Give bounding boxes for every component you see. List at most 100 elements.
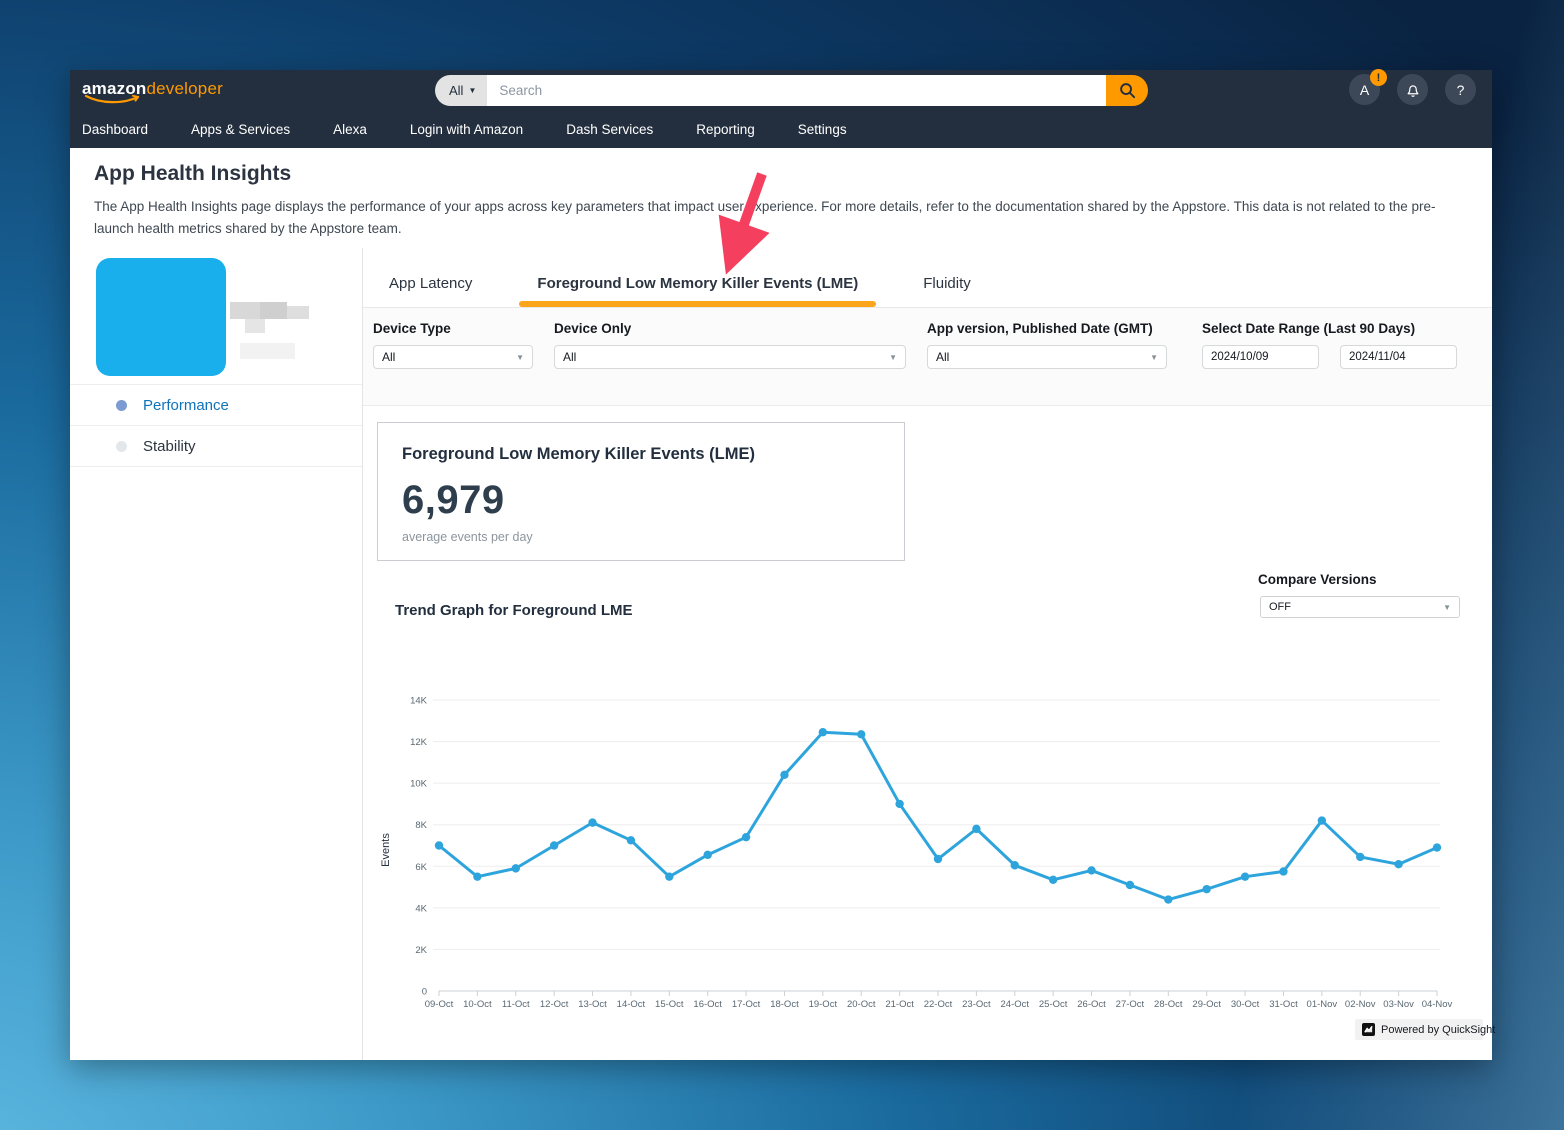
svg-text:19-Oct: 19-Oct xyxy=(809,999,838,1010)
page-title: App Health Insights xyxy=(94,162,292,185)
kpi-card: Foreground Low Memory Killer Events (LME… xyxy=(377,422,905,561)
bell-icon xyxy=(1407,84,1418,97)
svg-text:23-Oct: 23-Oct xyxy=(962,999,991,1010)
sidebar-item-stability[interactable]: Stability xyxy=(70,426,362,467)
chevron-down-icon: ▼ xyxy=(468,86,477,95)
svg-text:0: 0 xyxy=(422,987,427,998)
nav-link-login-with-amazon[interactable]: Login with Amazon xyxy=(410,122,523,137)
svg-text:13-Oct: 13-Oct xyxy=(578,999,607,1010)
svg-text:02-Nov: 02-Nov xyxy=(1345,999,1376,1010)
notification-badge: ! xyxy=(1370,69,1387,86)
kpi-value: 6,979 xyxy=(402,478,505,522)
app-sidebar: Performance Stability xyxy=(70,248,363,1060)
filter-dropdown-device-only[interactable]: All ▼ xyxy=(554,345,906,369)
sidebar-item-label: Performance xyxy=(143,396,229,414)
help-button[interactable]: ? xyxy=(1445,74,1476,105)
desktop-background: amazondeveloper All ▼ A ! xyxy=(0,0,1564,1130)
redacted-app-name xyxy=(245,319,265,333)
avatar-initial: A xyxy=(1359,81,1370,98)
nav-link-dash-services[interactable]: Dash Services xyxy=(566,122,653,137)
svg-text:27-Oct: 27-Oct xyxy=(1116,999,1145,1010)
svg-text:30-Oct: 30-Oct xyxy=(1231,999,1260,1010)
start-date-input[interactable] xyxy=(1202,345,1319,369)
browser-content: amazondeveloper All ▼ A ! xyxy=(70,69,1495,1060)
filter-dropdown-device-type[interactable]: All ▼ xyxy=(373,345,533,369)
nav-link-settings[interactable]: Settings xyxy=(798,122,847,137)
svg-text:25-Oct: 25-Oct xyxy=(1039,999,1068,1010)
svg-text:12-Oct: 12-Oct xyxy=(540,999,569,1010)
compare-versions-label: Compare Versions xyxy=(1258,572,1377,587)
kpi-title: Foreground Low Memory Killer Events (LME… xyxy=(402,445,755,463)
page-intro: App Health Insights The App Health Insig… xyxy=(70,148,1492,240)
filter-value: All xyxy=(563,350,577,364)
svg-text:10-Oct: 10-Oct xyxy=(463,999,492,1010)
svg-text:28-Oct: 28-Oct xyxy=(1154,999,1183,1010)
amazon-smile-icon xyxy=(84,94,140,104)
amazon-developer-logo[interactable]: amazondeveloper xyxy=(82,79,223,104)
notifications-button[interactable] xyxy=(1397,74,1428,105)
sidebar-item-label: Stability xyxy=(143,437,196,455)
navbar-top-row: amazondeveloper All ▼ A ! xyxy=(70,69,1492,111)
nav-link-dashboard[interactable]: Dashboard xyxy=(82,122,148,137)
nav-link-reporting[interactable]: Reporting xyxy=(696,122,755,137)
filter-bar: Device Type All ▼ Device Only All ▼ App versio… xyxy=(363,308,1492,406)
page-description: The App Health Insights page displays th… xyxy=(94,199,1436,236)
svg-text:03-Nov: 03-Nov xyxy=(1383,999,1414,1010)
svg-text:14K: 14K xyxy=(410,696,428,707)
search-button[interactable] xyxy=(1106,75,1148,106)
navbar-icons: A ! ? xyxy=(1349,69,1476,105)
filter-label: Device Type xyxy=(373,321,451,336)
trend-chart[interactable]: 0 2K 4K 6K 8K 10K 12K 14K 09-Oct 10-Oct 11-Oct 12-O… xyxy=(375,660,1478,1012)
date-range-filter: Select Date Range (Last 90 Days) xyxy=(1202,321,1457,405)
dashboard-body: Foreground Low Memory Killer Events (LME… xyxy=(363,406,1495,1060)
global-search: All ▼ xyxy=(435,75,1148,106)
tab-app-latency[interactable]: App Latency xyxy=(389,275,472,292)
search-scope-dropdown[interactable]: All ▼ xyxy=(435,75,488,106)
compare-versions-dropdown[interactable]: OFF ▼ xyxy=(1260,596,1460,618)
svg-text:10K: 10K xyxy=(410,779,428,790)
quicksight-attribution[interactable]: Powered by QuickSight xyxy=(1355,1019,1495,1040)
quicksight-logo-icon xyxy=(1362,1023,1375,1036)
chevron-down-icon: ▼ xyxy=(1443,602,1451,612)
search-input[interactable] xyxy=(487,75,1106,106)
svg-text:31-Oct: 31-Oct xyxy=(1269,999,1298,1010)
redacted-app-name xyxy=(287,306,309,319)
logo-developer-text: developer xyxy=(146,79,223,98)
sidebar-menu: Performance Stability xyxy=(70,385,362,467)
svg-text:2K: 2K xyxy=(415,945,427,956)
nav-link-apps-services[interactable]: Apps & Services xyxy=(191,122,290,137)
filter-label: App version, Published Date (GMT) xyxy=(927,321,1153,336)
chevron-down-icon: ▼ xyxy=(889,352,897,362)
redacted-app-name xyxy=(230,302,260,319)
filter-dropdown-app-version-published-date-gmt[interactable]: All ▼ xyxy=(927,345,1167,369)
svg-text:29-Oct: 29-Oct xyxy=(1192,999,1221,1010)
nav-link-alexa[interactable]: Alexa xyxy=(333,122,367,137)
bullet-dot-icon xyxy=(116,440,127,452)
end-date-input[interactable] xyxy=(1340,345,1457,369)
filter-value: All xyxy=(936,350,950,364)
svg-text:16-Oct: 16-Oct xyxy=(693,999,722,1010)
filter-device-only: Device Only All ▼ xyxy=(554,321,906,405)
filter-value: All xyxy=(382,350,396,364)
metric-tabs: App Latency Foreground Low Memory Killer … xyxy=(363,248,1492,308)
app-summary xyxy=(70,248,362,385)
app-icon[interactable] xyxy=(96,258,226,376)
nav-links: Dashboard Apps & Services Alexa Login with … xyxy=(70,111,1492,148)
filter-label: Device Only xyxy=(554,321,632,336)
svg-text:09-Oct: 09-Oct xyxy=(425,999,454,1010)
sidebar-item-performance[interactable]: Performance xyxy=(70,385,362,426)
svg-text:15-Oct: 15-Oct xyxy=(655,999,684,1010)
svg-text:12K: 12K xyxy=(410,737,428,748)
filter-device-type: Device Type All ▼ xyxy=(373,321,533,405)
tab-fluidity[interactable]: Fluidity xyxy=(923,275,971,292)
question-mark-icon: ? xyxy=(1456,81,1465,98)
account-avatar[interactable]: A ! xyxy=(1349,69,1387,105)
chevron-down-icon: ▼ xyxy=(516,352,524,362)
bullet-dot-icon xyxy=(116,399,127,411)
chevron-down-icon: ▼ xyxy=(1150,352,1158,362)
svg-text:Events: Events xyxy=(380,833,392,867)
tab-foreground-low-memory-killer-events-lme[interactable]: Foreground Low Memory Killer Events (LME… xyxy=(519,275,877,307)
filter-app-version-published-date-gmt: App version, Published Date (GMT) All ▼ xyxy=(927,321,1167,405)
redacted-app-name xyxy=(260,302,287,319)
date-range-label: Select Date Range (Last 90 Days) xyxy=(1202,321,1416,336)
